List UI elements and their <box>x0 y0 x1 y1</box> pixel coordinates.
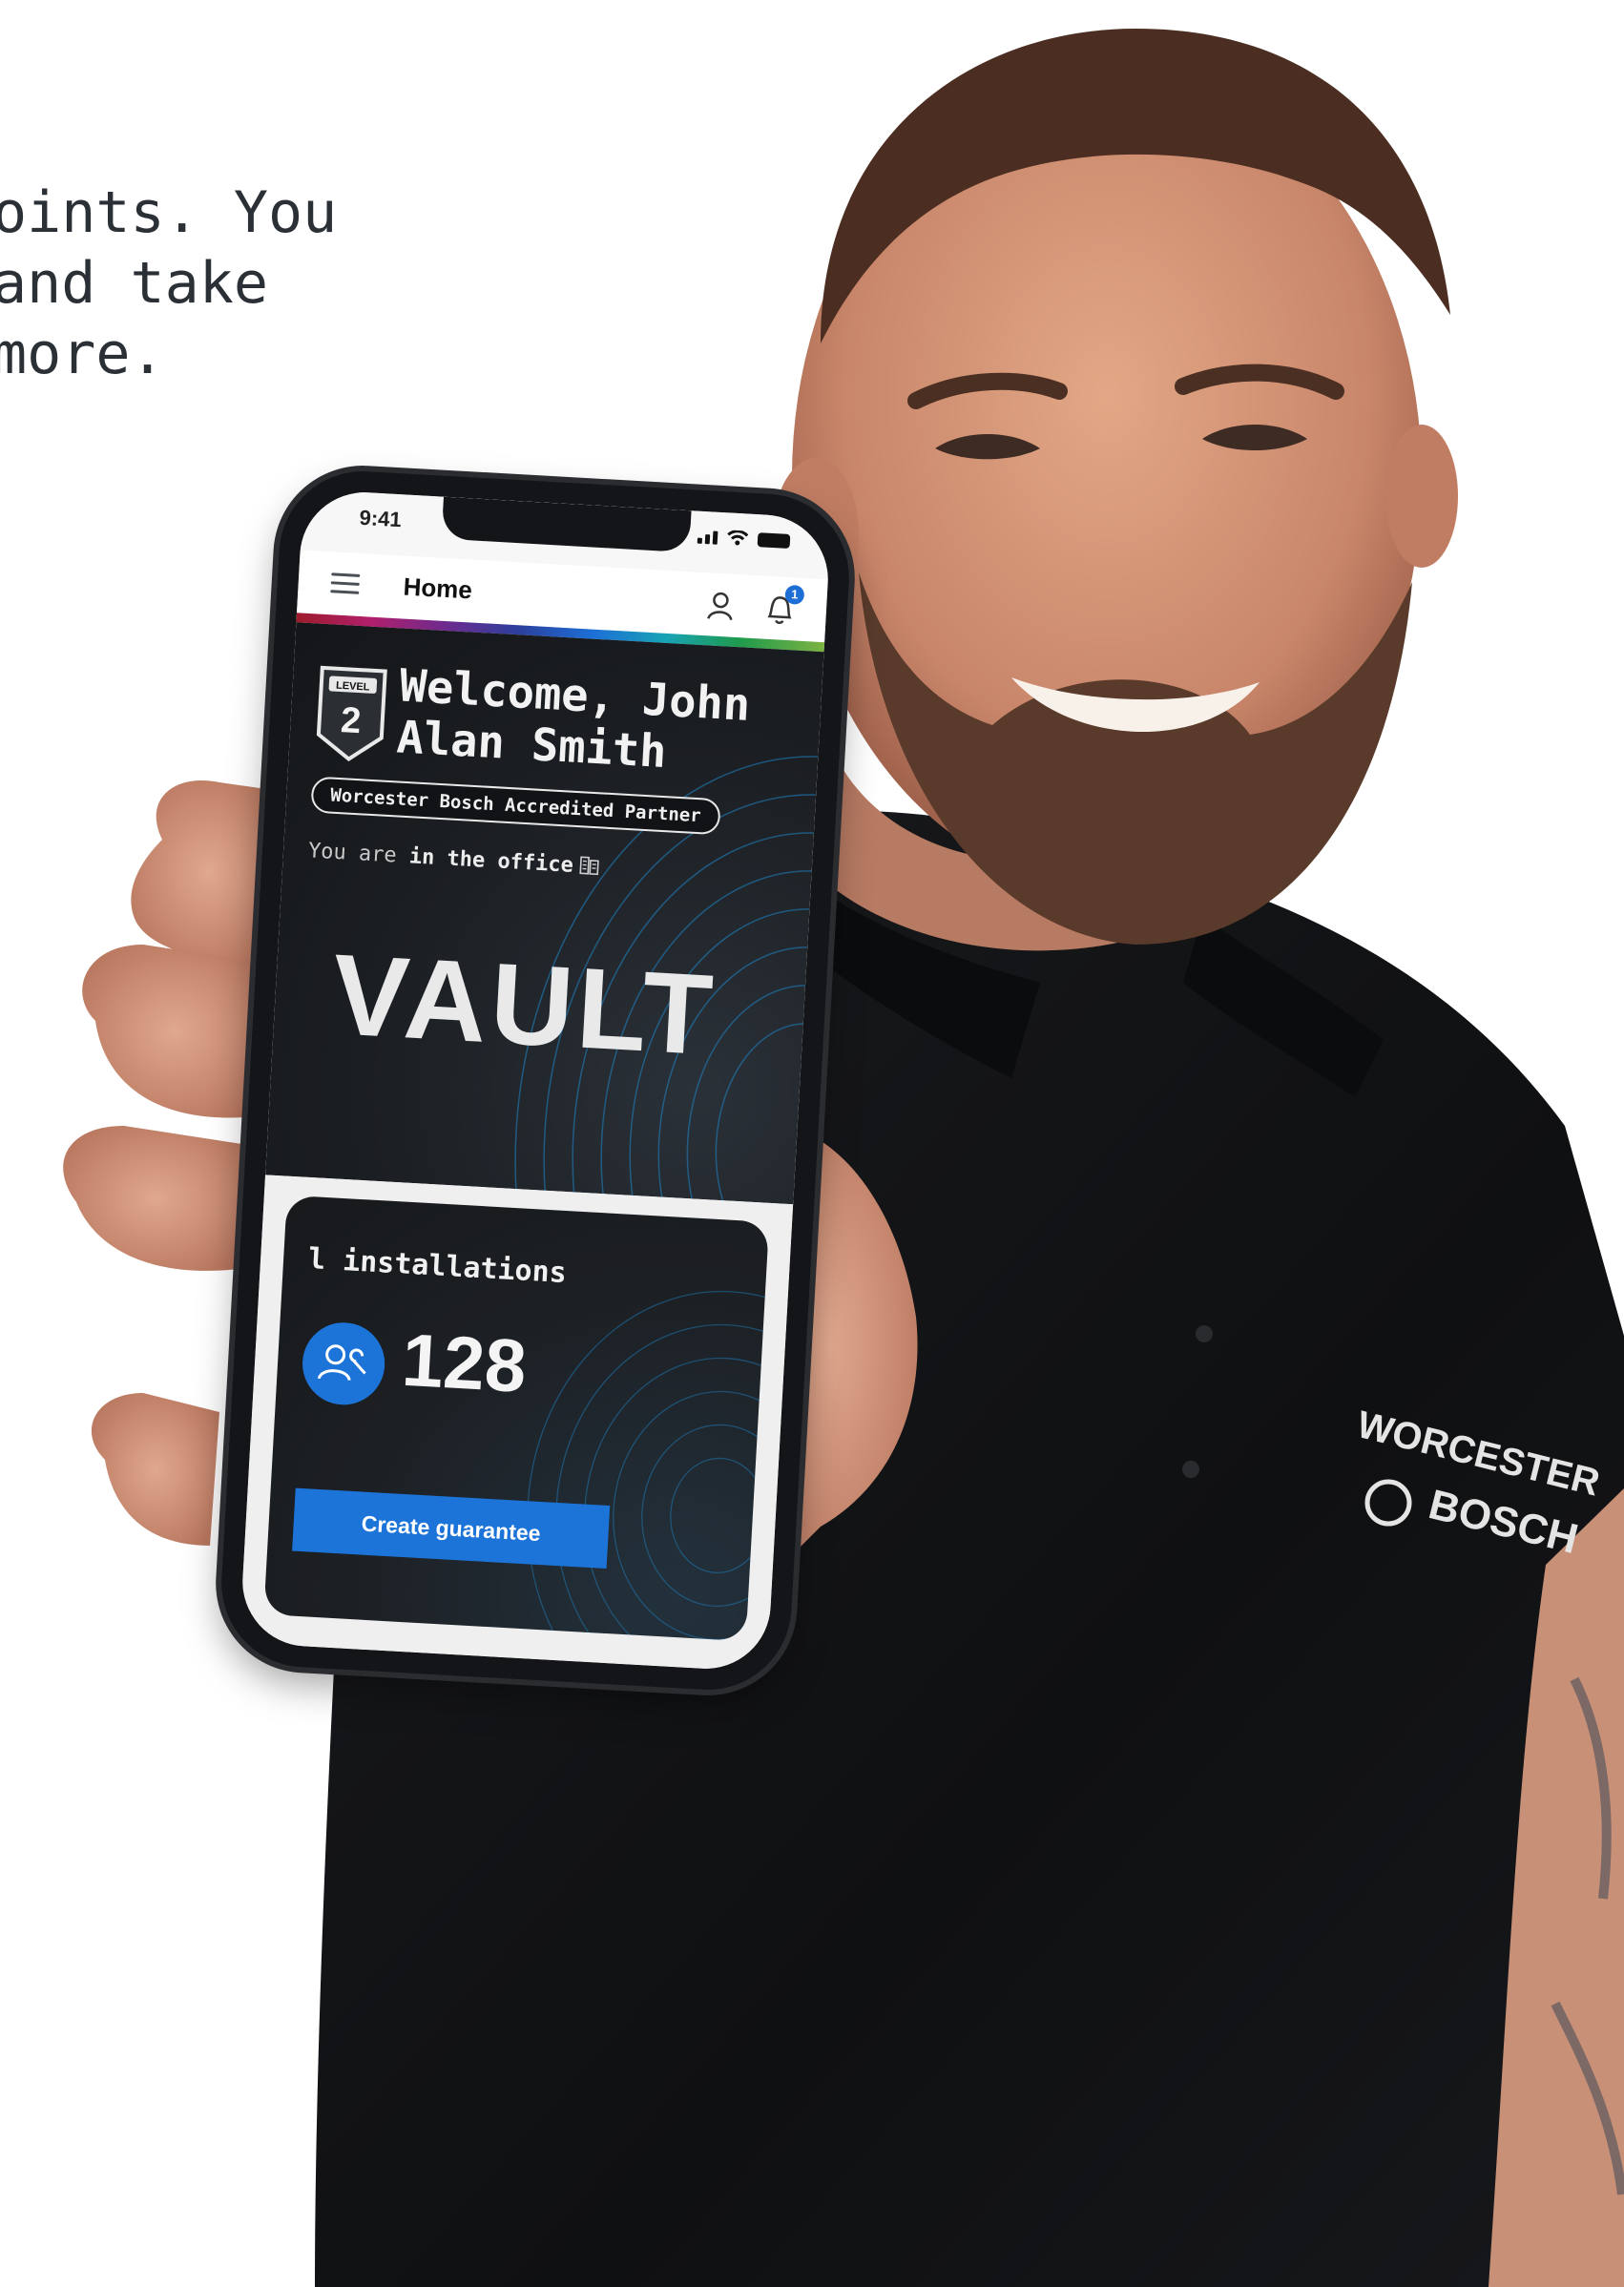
menu-icon[interactable] <box>330 572 361 595</box>
office-building-icon <box>579 856 599 876</box>
vault-wordmark: VAULT <box>328 930 719 1080</box>
phone-screen: 9:41 Home 1 LEVEL 2 Welcome, John Alan S… <box>239 489 832 1673</box>
level-badge-icon: LEVEL 2 <box>316 665 387 762</box>
user-icon[interactable] <box>705 590 736 622</box>
wifi-icon <box>727 530 749 546</box>
status-icons <box>697 529 791 550</box>
signal-icon <box>697 530 718 545</box>
notification-badge: 1 <box>784 584 805 605</box>
battery-icon <box>757 532 791 550</box>
content-area: l installations 128 Create guarantee <box>239 1175 794 1673</box>
level-label: LEVEL <box>336 680 370 694</box>
page-title: Home <box>402 572 473 605</box>
phone-device: 9:41 Home 1 LEVEL 2 Welcome, John Alan S… <box>217 467 854 1694</box>
level-number: 2 <box>340 700 362 741</box>
welcome-panel: LEVEL 2 Welcome, John Alan Smith Worcest… <box>265 622 824 1205</box>
installations-count: 128 <box>400 1317 529 1408</box>
status-time: 9:41 <box>358 505 403 532</box>
welcome-heading: Welcome, John Alan Smith <box>395 659 752 780</box>
installations-card: l installations 128 Create guarantee <box>263 1195 770 1642</box>
